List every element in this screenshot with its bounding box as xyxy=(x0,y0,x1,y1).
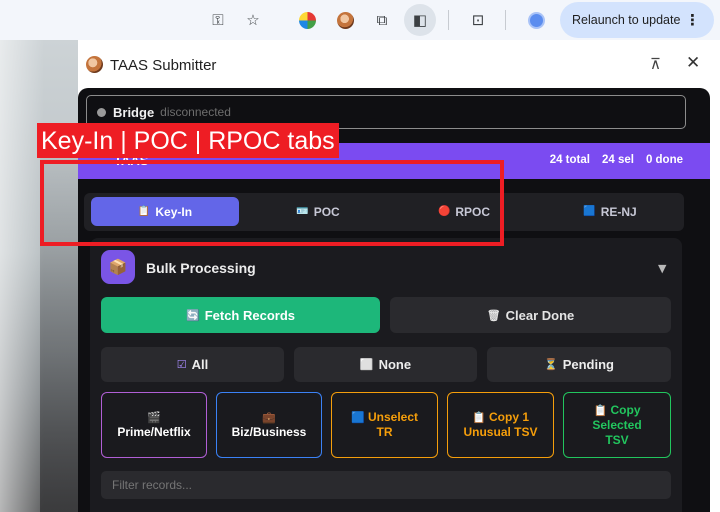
clipboard-icon: 📋 xyxy=(471,411,486,424)
browser-toolbar: ⚿ ☆ ⧉ ◧ ⊡ Relaunch to update ⋮ xyxy=(0,0,720,40)
copy-selected-tsv-button[interactable]: 📋 Copy Selected TSV xyxy=(563,392,671,458)
select-all-button[interactable]: ☑ All xyxy=(101,347,284,382)
blue-square-icon: 🟦 xyxy=(583,206,596,217)
section-title: Bulk Processing xyxy=(146,260,256,276)
chevron-down-icon[interactable]: ▼ xyxy=(658,262,666,275)
toolbar-divider xyxy=(448,10,449,30)
side-panel-header: TAAS Submitter ⊼ ✕ xyxy=(78,40,720,90)
clapper-icon: 🎬 xyxy=(147,411,161,424)
tab-label: RE-NJ xyxy=(600,204,637,219)
stat-total: 24 total xyxy=(549,154,590,166)
bulk-processing-card: 📦 Bulk Processing ▼ 🔄 Fetch Records 🗑 Cl… xyxy=(90,238,682,512)
empty-square-icon: ⬜ xyxy=(359,358,374,371)
copy-unusual-tsv-button[interactable]: 📋 Copy 1 Unusual TSV xyxy=(447,392,554,458)
filter-records-input[interactable] xyxy=(101,471,671,499)
bridge-label: Bridge xyxy=(113,104,155,120)
blue-square-icon: 🟦 xyxy=(350,411,365,424)
button-label: Clear Done xyxy=(505,307,575,323)
toolbar-divider xyxy=(505,10,506,30)
extension-icon[interactable] xyxy=(333,8,357,32)
close-icon[interactable]: ✕ xyxy=(686,53,700,73)
button-label: Pending xyxy=(562,357,614,372)
extension-icon[interactable] xyxy=(295,8,319,32)
fetch-records-button[interactable]: 🔄 Fetch Records xyxy=(101,297,380,333)
refresh-icon: 🔄 xyxy=(185,308,200,322)
button-label: Unselect TR xyxy=(368,410,419,439)
profile-icon[interactable] xyxy=(524,8,548,32)
stat-selected: 24 sel xyxy=(601,154,634,166)
stat-done: 0 done xyxy=(645,154,683,166)
extension-logo-icon xyxy=(86,56,103,73)
side-panel-icon[interactable]: ◧ xyxy=(404,4,436,36)
star-icon[interactable]: ☆ xyxy=(241,8,265,32)
record-stats: 24 total 24 sel 0 done xyxy=(550,154,683,166)
prime-netflix-button[interactable]: 🎬 Prime/Netflix xyxy=(101,392,207,458)
tab-re-nj[interactable]: 🟦 RE-NJ xyxy=(536,197,684,226)
trash-icon: 🗑 xyxy=(486,308,501,322)
annotation-highlight-box xyxy=(40,160,504,246)
key-icon[interactable]: ⚿ xyxy=(206,8,230,32)
side-panel-title: TAAS Submitter xyxy=(110,57,217,74)
tab-search-icon[interactable]: ⊡ xyxy=(466,8,490,32)
button-label-with-icon: 📋 Copy 1 Unusual TSV xyxy=(458,410,544,440)
package-icon: 📦 xyxy=(101,250,135,284)
biz-business-button[interactable]: 💼 Biz/Business xyxy=(216,392,322,458)
side-panel: TAAS Submitter ⊼ ✕ Bridge disconnected T… xyxy=(78,40,720,512)
clear-done-button[interactable]: 🗑 Clear Done xyxy=(390,297,671,333)
button-label: All xyxy=(191,357,209,372)
status-dot-icon xyxy=(97,107,106,117)
annotation-label: Key-In | POC | RPOC tabs xyxy=(37,123,339,158)
puzzle-icon[interactable]: ⧉ xyxy=(370,8,394,32)
bridge-status: disconnected xyxy=(160,105,231,119)
button-label: Fetch Records xyxy=(204,307,295,323)
relaunch-label: Relaunch to update xyxy=(572,13,681,27)
button-label-with-icon: 🟦 Unselect TR xyxy=(344,410,426,440)
button-label: Prime/Netflix xyxy=(117,425,191,439)
briefcase-icon: 💼 xyxy=(262,411,276,424)
more-menu-icon[interactable]: ⋮ xyxy=(685,11,700,29)
select-pending-button[interactable]: ⏳ Pending xyxy=(487,347,671,382)
hourglass-icon: ⏳ xyxy=(544,358,558,371)
relaunch-button[interactable]: Relaunch to update ⋮ xyxy=(560,2,714,38)
select-none-button[interactable]: ⬜ None xyxy=(294,347,477,382)
button-label-with-icon: 📋 Copy Selected TSV xyxy=(582,403,652,448)
unselect-tr-button[interactable]: 🟦 Unselect TR xyxy=(331,392,438,458)
clipboard-icon: 📋 xyxy=(593,403,608,417)
button-label: Biz/Business xyxy=(231,425,307,439)
pin-icon[interactable]: ⊼ xyxy=(650,55,661,73)
button-label: None xyxy=(378,357,412,372)
checkbox-icon: ☑ xyxy=(176,358,187,371)
